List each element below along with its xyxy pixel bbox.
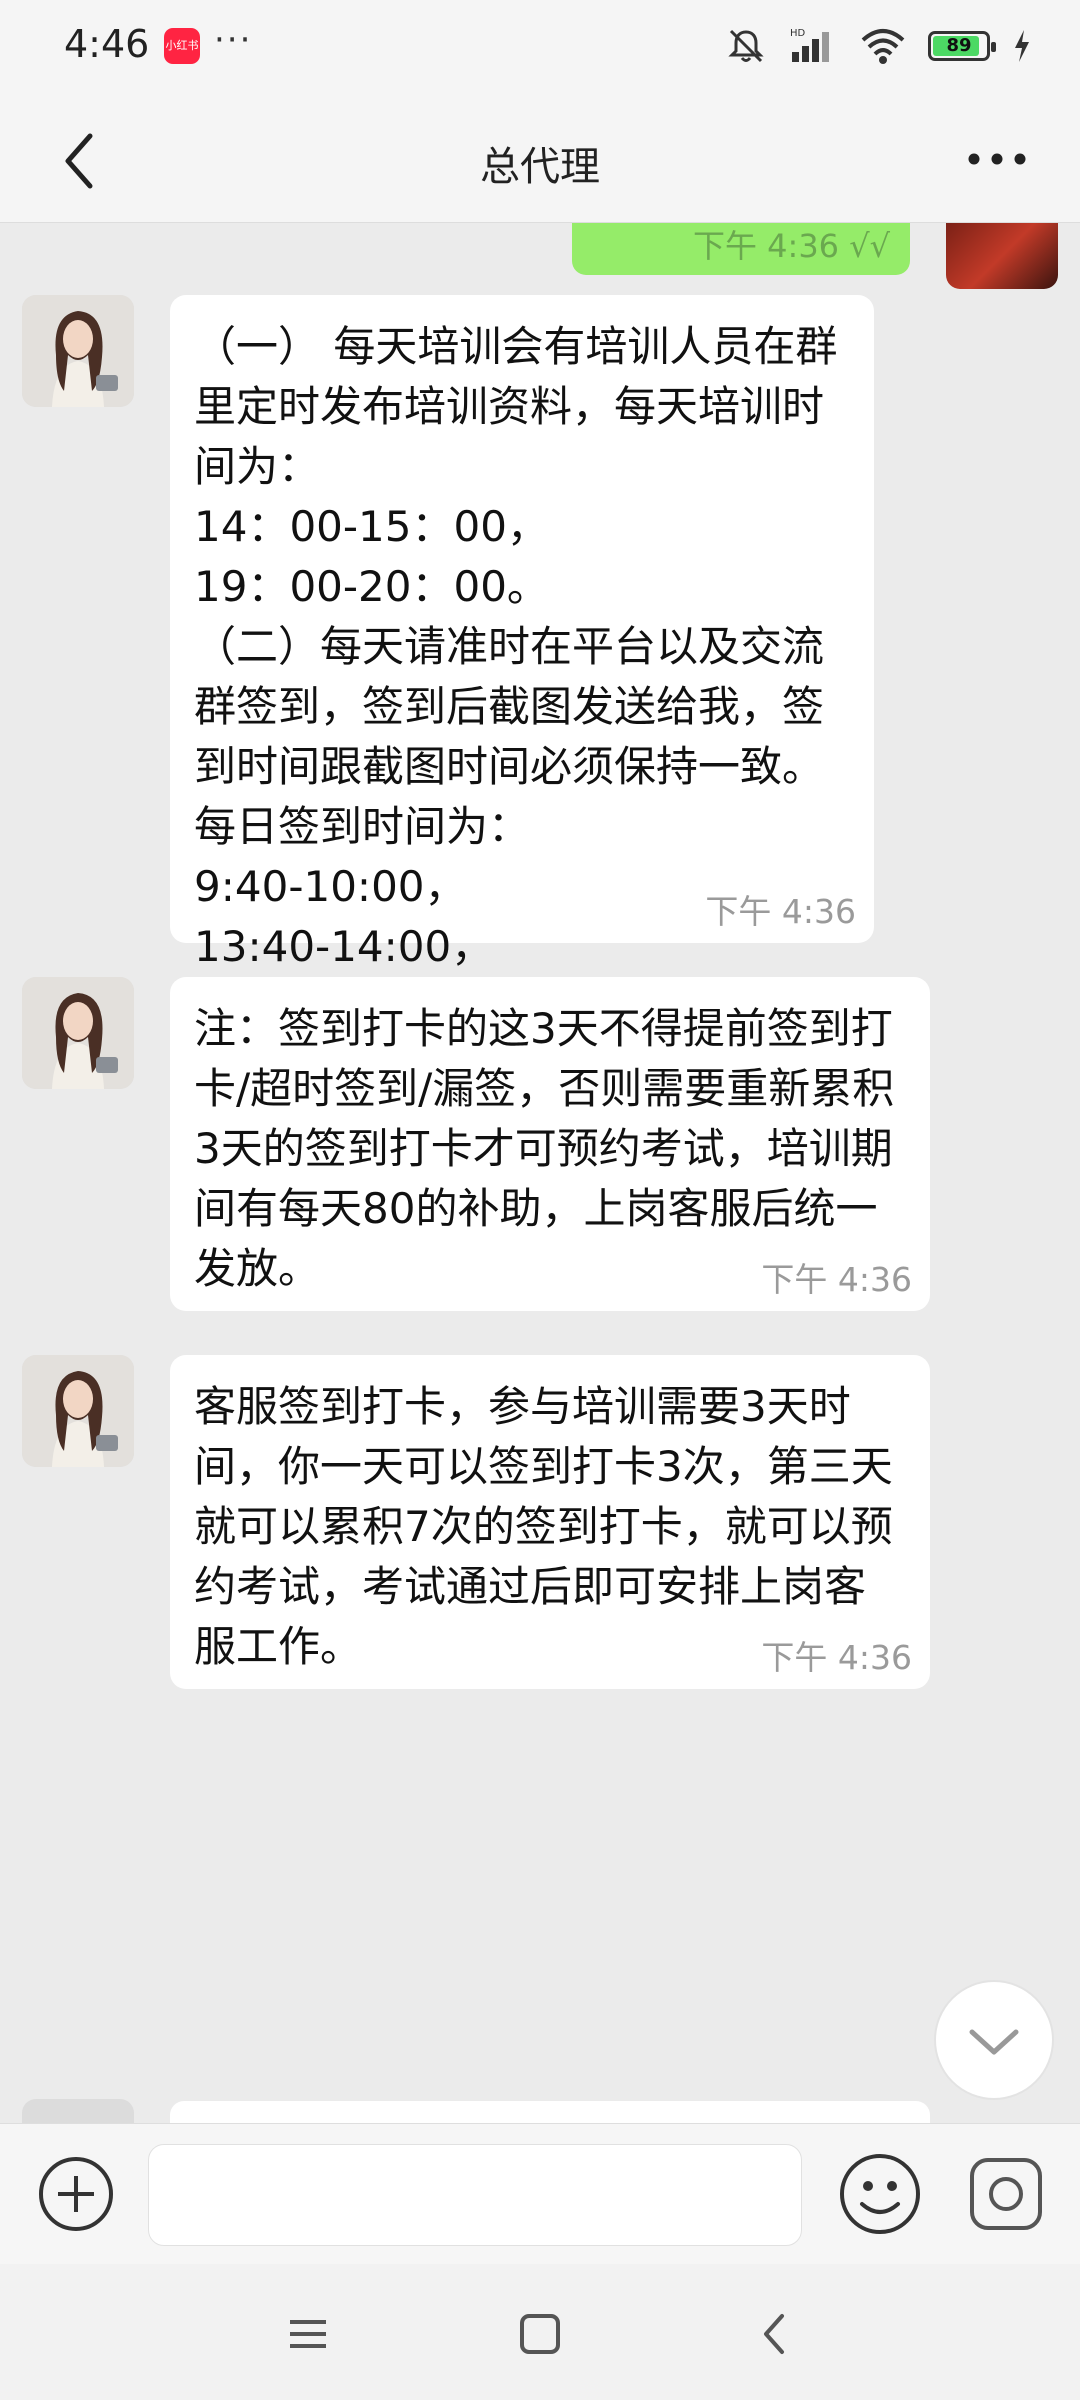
contact-avatar[interactable] <box>22 1355 134 1467</box>
chat-title: 总代理 <box>480 144 600 190</box>
contact-avatar[interactable] <box>22 295 134 407</box>
message-time: 下午 4:36 <box>761 1638 912 1677</box>
message-time: 下午 4:36 <box>761 1260 912 1299</box>
app-notification-icon: 小红书 <box>164 28 200 64</box>
hd-label: HD <box>790 28 806 39</box>
chat-message-list[interactable]: 下午 4:36 √√ （一） 每天培训会有培训人员在群里定时发布培训资料，每天培… <box>0 223 1080 2123</box>
incoming-message-bubble[interactable]: 注：签到打卡的这3天不得提前签到打卡/超时签到/漏签，否则需要重新累积3天的签到… <box>170 977 930 1311</box>
contact-avatar[interactable] <box>22 977 134 1089</box>
message-time: 下午 4:36 <box>705 892 856 931</box>
avatar-portrait-icon <box>22 977 134 1089</box>
nav-back-icon[interactable] <box>744 2304 804 2364</box>
emoji-icon[interactable] <box>836 2150 924 2238</box>
chevron-down-icon <box>969 2029 1019 2055</box>
message-input[interactable] <box>148 2144 802 2246</box>
chat-header: 总代理 <box>0 96 1080 223</box>
battery-icon: 89 <box>928 31 996 61</box>
message-input-bar <box>0 2123 1080 2264</box>
battery-level: 89 <box>946 35 972 56</box>
own-avatar[interactable] <box>946 223 1058 289</box>
mute-bell-icon <box>728 29 764 63</box>
more-options-icon[interactable] <box>962 134 1032 184</box>
own-message-bubble[interactable]: 下午 4:36 √√ <box>572 223 910 275</box>
home-icon[interactable] <box>510 2304 570 2364</box>
status-icons: HD 89 <box>726 26 1032 66</box>
status-time: 4:46 <box>64 22 150 66</box>
plus-icon[interactable] <box>36 2154 116 2234</box>
avatar-portrait-icon <box>22 295 134 407</box>
menu-icon[interactable] <box>278 2304 338 2364</box>
scroll-to-bottom-button[interactable] <box>934 1980 1054 2100</box>
more-notifications-icon: ··· <box>214 20 253 60</box>
incoming-message-bubble[interactable] <box>170 2101 930 2123</box>
status-bar: 4:46 小红书 ··· HD 89 <box>0 0 1080 96</box>
contact-avatar[interactable] <box>22 2099 134 2123</box>
message-meta: 下午 4:36 √√ <box>693 227 890 265</box>
camera-icon[interactable] <box>966 2154 1046 2234</box>
avatar-portrait-icon <box>22 1355 134 1467</box>
wifi-icon <box>861 29 905 64</box>
charging-icon <box>1015 30 1029 62</box>
system-navigation-bar <box>0 2264 1080 2400</box>
signal-icon: HD <box>790 28 829 62</box>
incoming-message-bubble[interactable]: （一） 每天培训会有培训人员在群里定时发布培训资料，每天培训时间为： 14：00… <box>170 295 874 1271</box>
incoming-message-bubble[interactable]: 客服签到打卡，参与培训需要3天时间，你一天可以签到打卡3次，第三天就可以累积7次… <box>170 1355 930 1689</box>
